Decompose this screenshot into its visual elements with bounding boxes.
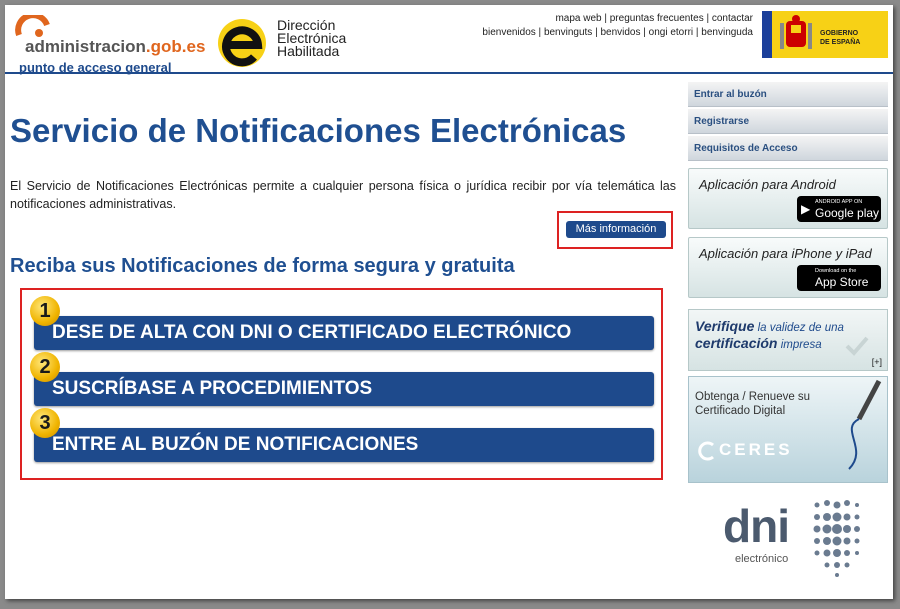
header: administracion.gob.es punto de acceso ge… — [5, 5, 893, 75]
ceres-logo: CERES — [719, 440, 793, 459]
sidebar-link-requisitos[interactable]: Requisitos de Acceso — [688, 136, 888, 161]
header-divider — [5, 72, 893, 74]
gob-line1: GOBIERNO — [820, 30, 859, 37]
gob-line2: DE ESPAÑA — [820, 39, 861, 46]
steps-highlight: 1 DESE DE ALTA CON DNI O CERTIFICADO ELE… — [20, 288, 663, 480]
step-register-button[interactable]: 1 DESE DE ALTA CON DNI O CERTIFICADO ELE… — [30, 296, 654, 350]
more-info-highlight: Más información — [557, 211, 673, 249]
page-title: Servicio de Notificaciones Electrónicas — [10, 112, 627, 149]
admin-logo-icon — [15, 15, 50, 37]
administracion-logo[interactable]: administracion.gob.es punto de acceso ge… — [11, 13, 211, 75]
android-app-title: Aplicación para Android — [699, 177, 836, 192]
app-store-badge[interactable]: Download on the App Store — [797, 265, 881, 291]
gobierno-espana-logo[interactable]: GOBIERNO DE ESPAÑA — [762, 11, 888, 58]
sidebar-link-entrar[interactable]: Entrar al buzón — [688, 82, 888, 107]
step-subscribe-button[interactable]: 2 SUSCRÍBASE A PROCEDIMIENTOS — [30, 352, 654, 406]
lang-va[interactable]: benvinguda — [701, 27, 753, 38]
intro-text: El Servicio de Notificaciones Electrónic… — [10, 179, 676, 211]
admin-logo-text: administracion — [25, 37, 146, 56]
step-3-label: ENTRE AL BUZÓN DE NOTIFICACIONES — [52, 434, 419, 455]
sidebar-link-registrarse[interactable]: Registrarse — [688, 109, 888, 134]
section-subtitle: Reciba sus Notificaciones de forma segur… — [10, 255, 515, 277]
link-contactar[interactable]: contactar — [712, 13, 753, 24]
dni-electronico-logo[interactable]: dni electrónico — [723, 495, 883, 585]
ceres-certificate-box[interactable]: Obtenga / Renueve su Certificado Digital … — [688, 376, 888, 483]
iphone-app-box[interactable]: Aplicación para iPhone y iPad Download o… — [688, 237, 888, 298]
deh-e-icon — [218, 19, 266, 67]
lang-es[interactable]: bienvenidos — [482, 27, 535, 38]
deh-text: Dirección Electrónica Habilitada — [277, 17, 347, 59]
step-1-label: DESE DE ALTA CON DNI O CERTIFICADO ELECT… — [52, 322, 572, 343]
checkmark-icon — [845, 336, 869, 356]
step-mailbox-button[interactable]: 3 ENTRE AL BUZÓN DE NOTIFICACIONES — [30, 408, 654, 462]
android-app-box[interactable]: Aplicación para Android ▶ ANDROID APP ON… — [688, 168, 888, 229]
pen-nib-icon — [848, 379, 882, 470]
link-preguntas-frecuentes[interactable]: preguntas frecuentes — [610, 13, 704, 24]
coat-of-arms-icon — [780, 15, 812, 49]
lang-gl[interactable]: benvidos — [600, 27, 640, 38]
dni-logo-text: dni — [723, 500, 790, 552]
play-triangle-icon: ▶ — [801, 202, 811, 216]
verify-more-link[interactable]: [+] — [872, 357, 882, 367]
dni-logo-subtext: electrónico — [735, 553, 789, 565]
step-2-label: SUSCRÍBASE A PROCEDIMIENTOS — [52, 378, 373, 399]
verify-certification-box[interactable]: Verifique la validez de una certificació… — [688, 309, 888, 371]
admin-logo-domain: .gob.es — [145, 37, 206, 56]
dni-dots-icon — [813, 500, 860, 577]
ceres-line2: Certificado Digital — [695, 405, 786, 417]
eu-flag-strip — [762, 11, 772, 58]
iphone-app-title: Aplicación para iPhone y iPad — [699, 246, 872, 261]
deh-logo[interactable]: Dirección Electrónica Habilitada — [210, 13, 370, 71]
page: administracion.gob.es punto de acceso ge… — [5, 5, 893, 599]
verify-word1: Verifique — [695, 318, 755, 334]
lang-eu[interactable]: ongi etorri — [649, 27, 693, 38]
verify-word2: certificación — [695, 335, 778, 351]
ceres-logo-icon — [698, 441, 714, 461]
top-links: mapa web | preguntas frecuentes | contac… — [482, 13, 753, 38]
link-mapa-web[interactable]: mapa web — [555, 13, 601, 24]
ceres-line1: Obtenga / Renueve su — [695, 391, 811, 403]
more-info-button[interactable]: Más información — [566, 221, 666, 238]
google-play-badge[interactable]: ▶ ANDROID APP ON Google play — [797, 196, 881, 222]
lang-ca[interactable]: benvinguts — [544, 27, 592, 38]
